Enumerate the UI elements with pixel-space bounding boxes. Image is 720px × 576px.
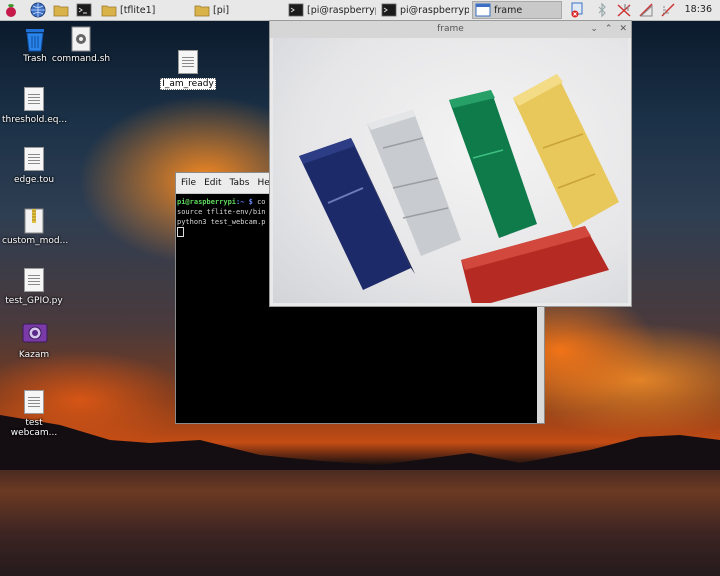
- desktop-icon-label: test webcam...: [10, 418, 58, 438]
- menu-tabs[interactable]: Tabs: [230, 178, 250, 188]
- update-notifier-icon[interactable]: [569, 2, 585, 18]
- desktop-icon-label: edge.tou: [13, 175, 55, 185]
- desktop-icon-label: threshold.eq...: [2, 115, 68, 125]
- desktop-icon-label: Trash: [23, 54, 47, 64]
- terminal-line: python3 test_webcam.p: [177, 218, 266, 226]
- volume-muted-icon[interactable]: [638, 2, 654, 18]
- prompt-user: pi@raspberrypi: [177, 198, 237, 206]
- desktop-icon-kazam[interactable]: Kazam: [1, 322, 67, 360]
- bluetooth-icon[interactable]: [594, 2, 610, 18]
- text-file-icon: [24, 87, 44, 111]
- frame-titlebar[interactable]: frame ⌄ ⌃ ✕: [270, 21, 631, 38]
- taskbar-task-frame[interactable]: frame: [472, 1, 562, 19]
- frame-window[interactable]: frame ⌄ ⌃ ✕: [269, 20, 632, 307]
- text-file-icon: [178, 50, 198, 74]
- desktop-icon-label: test_GPIO.py: [5, 296, 63, 306]
- archive-file-icon: [24, 208, 44, 234]
- taskbar-task-label: [pi]: [213, 4, 230, 16]
- terminal-launcher-icon[interactable]: [76, 2, 92, 18]
- desktop-icon-custom-model[interactable]: custom_mod...: [1, 208, 69, 246]
- webcam-image: [299, 74, 619, 303]
- network-disconnected-icon[interactable]: [616, 2, 632, 18]
- minimize-button[interactable]: ⌄: [590, 21, 598, 38]
- frame-title: frame: [437, 24, 464, 34]
- desktop-icon-label: command.sh: [51, 54, 111, 64]
- taskbar-task-terminal-2[interactable]: pi@raspberrypi: ~: [379, 1, 469, 19]
- red-block: [461, 226, 609, 303]
- menu-file[interactable]: File: [181, 178, 196, 188]
- lake-reflection: [0, 470, 720, 576]
- terminal-icon: [381, 3, 397, 17]
- desktop-icon-label: Kazam: [18, 350, 50, 360]
- close-button[interactable]: ✕: [619, 21, 627, 38]
- taskbar-task-tflite1[interactable]: [tflite1]: [99, 1, 189, 19]
- web-browser-icon[interactable]: [30, 2, 46, 18]
- window-icon: [475, 3, 491, 17]
- cpu-monitor-icon[interactable]: [660, 2, 676, 18]
- terminal-icon: [288, 3, 304, 17]
- taskbar-task-label: [pi@raspberrypi: ...: [307, 4, 376, 16]
- desktop-icon-threshold[interactable]: threshold.eq...: [1, 87, 67, 125]
- script-gear-icon: [71, 26, 91, 52]
- file-manager-icon[interactable]: [53, 2, 69, 18]
- terminal-line: source tflite-env/bin: [177, 208, 266, 216]
- text-file-icon: [24, 147, 44, 171]
- taskbar-task-label: pi@raspberrypi: ~: [400, 4, 469, 16]
- desktop-icon-i-am-ready[interactable]: I_am_ready: [155, 50, 221, 90]
- taskbar-task-terminal-1[interactable]: [pi@raspberrypi: ...: [286, 1, 376, 19]
- trash-icon: [26, 29, 44, 52]
- taskbar-task-label: [tflite1]: [120, 4, 156, 16]
- webcam-view: [273, 38, 628, 303]
- text-file-icon: [24, 268, 44, 292]
- desktop-icon-test-gpio[interactable]: test_GPIO.py: [1, 268, 67, 306]
- taskbar: [tflite1] [pi] [pi@raspberrypi: ... pi@r…: [0, 0, 720, 21]
- raspberry-menu-icon[interactable]: [3, 2, 19, 18]
- maximize-button[interactable]: ⌃: [605, 21, 613, 38]
- taskbar-task-label: frame: [494, 4, 523, 16]
- text-file-icon: [24, 390, 44, 414]
- desktop-icon-label: I_am_ready: [160, 78, 216, 90]
- desktop-icon-command-sh[interactable]: command.sh: [48, 26, 114, 64]
- taskbar-task-pi[interactable]: [pi]: [192, 1, 282, 19]
- terminal-command: co: [252, 198, 266, 206]
- desktop-icon-test-webcam[interactable]: test webcam...: [1, 390, 67, 438]
- desktop-icon-label: custom_mod...: [2, 236, 69, 246]
- menu-edit[interactable]: Edit: [204, 178, 221, 188]
- folder-icon: [101, 5, 117, 17]
- terminal-cursor: [177, 227, 184, 237]
- kazam-camera-icon: [22, 323, 48, 343]
- desktop-icon-edge[interactable]: edge.tou: [1, 147, 67, 185]
- clock[interactable]: 18:36: [685, 4, 712, 15]
- prompt-path: :~ $: [236, 198, 253, 206]
- folder-icon: [194, 5, 210, 17]
